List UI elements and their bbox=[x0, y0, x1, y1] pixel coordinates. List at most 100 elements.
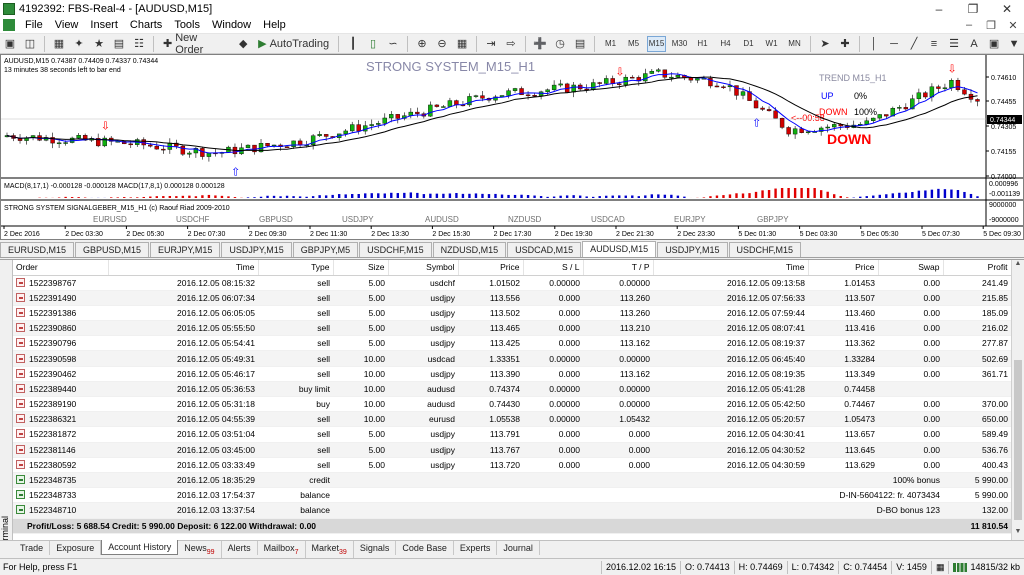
column-header[interactable]: Symbol bbox=[388, 260, 459, 276]
price-chart[interactable]: AUDUSD,M15 0.74387 0.74409 0.74337 0.743… bbox=[1, 55, 1023, 239]
periods-icon[interactable]: ◷ bbox=[552, 36, 568, 52]
channel-icon[interactable]: ≡ bbox=[926, 36, 942, 52]
fibonacci-icon[interactable]: ☰ bbox=[946, 36, 962, 52]
connection-status[interactable]: 14815/32 kb bbox=[948, 560, 1024, 574]
table-row[interactable]: 1522386321 2016.12.05 04:55:39 sell 10.00 eu… bbox=[13, 411, 1011, 428]
menu-help[interactable]: Help bbox=[257, 19, 292, 31]
bar-chart-icon[interactable]: ┃ bbox=[345, 36, 361, 52]
table-row[interactable]: 1522398767 2016.12.05 08:15:32 sell 5.00 usd… bbox=[13, 275, 1011, 291]
tile-windows-icon[interactable]: ▦ bbox=[454, 36, 470, 52]
terminal-tab-account-history[interactable]: Account History bbox=[101, 540, 179, 555]
zoom-out-icon[interactable]: ⊖ bbox=[434, 36, 450, 52]
timeframe-m5[interactable]: M5 bbox=[624, 36, 643, 52]
chart-window[interactable]: AUDUSD,M15 0.74387 0.74409 0.74337 0.743… bbox=[0, 54, 1024, 240]
table-row[interactable]: 1522348735 2016.12.05 18:35:29 credit 100% … bbox=[13, 472, 1011, 489]
horizontal-line-icon[interactable]: ─ bbox=[886, 36, 902, 52]
column-header[interactable]: Price bbox=[808, 260, 879, 276]
chart-tab[interactable]: AUDUSD,M15 bbox=[582, 241, 657, 257]
chart-tab[interactable]: USDCHF,M15 bbox=[728, 242, 802, 257]
candlestick-icon[interactable]: ▯ bbox=[365, 36, 381, 52]
timeframe-h1[interactable]: H1 bbox=[693, 36, 712, 52]
terminal-tab-market[interactable]: Market39 bbox=[306, 541, 354, 558]
terminal-tab-news[interactable]: News99 bbox=[178, 541, 222, 558]
chart-tab[interactable]: USDCHF,M15 bbox=[359, 242, 432, 257]
terminal-tab-alerts[interactable]: Alerts bbox=[222, 541, 258, 555]
column-header[interactable]: Swap bbox=[878, 260, 944, 276]
restore-icon[interactable]: ❐ bbox=[956, 2, 990, 16]
minimize-icon[interactable]: – bbox=[922, 2, 956, 16]
vertical-scrollbar[interactable]: ▲ ▼ bbox=[1011, 260, 1024, 541]
navigator-icon[interactable]: ✦ bbox=[71, 36, 87, 52]
crosshair-icon[interactable]: ✚ bbox=[837, 36, 853, 52]
tester-icon[interactable]: ☷ bbox=[131, 36, 147, 52]
table-row[interactable]: 1522390462 2016.12.05 05:46:17 sell 10.00 us… bbox=[13, 366, 1011, 382]
terminal-tab-mailbox[interactable]: Mailbox7 bbox=[258, 541, 306, 558]
column-header[interactable]: Price bbox=[458, 260, 524, 276]
timeframe-h4[interactable]: H4 bbox=[716, 36, 735, 52]
status-profile-icon[interactable]: ▦ bbox=[930, 560, 949, 574]
timeframe-m1[interactable]: M1 bbox=[601, 36, 620, 52]
menu-window[interactable]: Window bbox=[206, 19, 257, 31]
favorites-icon[interactable]: ★ bbox=[91, 36, 107, 52]
column-header[interactable]: Time bbox=[108, 260, 259, 276]
chart-tab[interactable]: EURUSD,M15 bbox=[0, 242, 75, 257]
mdi-icon[interactable] bbox=[3, 19, 15, 31]
terminal-tab-exposure[interactable]: Exposure bbox=[50, 541, 102, 555]
table-row[interactable]: 1522390598 2016.12.05 05:49:31 sell 10.00 us… bbox=[13, 350, 1011, 367]
column-header[interactable]: S / L bbox=[523, 260, 584, 276]
terminal-tab-code-base[interactable]: Code Base bbox=[396, 541, 454, 555]
column-header[interactable]: Type bbox=[258, 260, 334, 276]
column-header[interactable]: Profit bbox=[943, 260, 1011, 276]
templates-icon[interactable]: ▤ bbox=[572, 36, 588, 52]
menu-charts[interactable]: Charts bbox=[124, 19, 168, 31]
column-header[interactable]: Time bbox=[653, 260, 809, 276]
menu-insert[interactable]: Insert bbox=[84, 19, 124, 31]
child-restore-icon[interactable]: ❐ bbox=[980, 19, 1002, 32]
arrows-tool-icon[interactable]: ▼ bbox=[1006, 36, 1022, 52]
autoscroll-icon[interactable]: ⇨ bbox=[503, 36, 519, 52]
table-row[interactable]: 1522381872 2016.12.05 03:51:04 sell 5.00 usd… bbox=[13, 426, 1011, 443]
table-row[interactable]: 1522390796 2016.12.05 05:54:41 sell 5.00 usd… bbox=[13, 335, 1011, 352]
cursor-icon[interactable]: ➤ bbox=[817, 36, 833, 52]
label-tool-icon[interactable]: ▣ bbox=[986, 36, 1002, 52]
scroll-up-icon[interactable]: ▲ bbox=[1012, 260, 1024, 273]
metaeditor-icon[interactable]: ◆ bbox=[235, 36, 251, 52]
autotrading-button[interactable]: ▶ AutoTrading bbox=[255, 36, 332, 52]
new-order-button[interactable]: ✚ New Order bbox=[160, 32, 231, 56]
chart-tab[interactable]: USDCAD,M15 bbox=[507, 242, 582, 257]
new-chart-icon[interactable]: ▣ bbox=[2, 36, 18, 52]
table-row[interactable]: 1522348733 2016.12.03 17:54:37 balance D-IN… bbox=[13, 487, 1011, 504]
line-chart-icon[interactable]: ∽ bbox=[385, 36, 401, 52]
column-header[interactable]: T / P bbox=[583, 260, 654, 276]
timeframe-w1[interactable]: W1 bbox=[762, 36, 781, 52]
chart-tab[interactable]: NZDUSD,M15 bbox=[432, 242, 507, 257]
table-row[interactable]: 1522391386 2016.12.05 06:05:05 sell 5.00 usd… bbox=[13, 305, 1011, 322]
market-watch-icon[interactable]: ▦ bbox=[51, 36, 67, 52]
text-tool-icon[interactable]: A bbox=[966, 36, 982, 52]
table-row[interactable]: 1522390860 2016.12.05 05:55:50 sell 5.00 usd… bbox=[13, 320, 1011, 337]
column-header[interactable]: Order bbox=[13, 260, 109, 276]
menu-tools[interactable]: Tools bbox=[168, 19, 206, 31]
profiles-icon[interactable]: ◫ bbox=[22, 36, 38, 52]
terminal-tab-trade[interactable]: Trade bbox=[14, 541, 51, 555]
chart-tab[interactable]: USDJPY,M15 bbox=[657, 242, 728, 257]
chart-tab[interactable]: EURJPY,M15 bbox=[150, 242, 221, 257]
close-icon[interactable]: ✕ bbox=[990, 2, 1024, 16]
table-row[interactable]: 1522389190 2016.12.05 05:31:18 buy 10.00 aud… bbox=[13, 396, 1011, 413]
terminal-tab-signals[interactable]: Signals bbox=[354, 541, 397, 555]
table-row[interactable]: 1522381146 2016.12.05 03:45:00 sell 5.00 usd… bbox=[13, 442, 1011, 458]
table-row[interactable]: 1522389440 2016.12.05 05:36:53 buy limit 10… bbox=[13, 381, 1011, 398]
chart-tab[interactable]: GBPUSD,M15 bbox=[75, 242, 150, 257]
terminal-icon[interactable]: ▤ bbox=[111, 36, 127, 52]
chart-tab[interactable]: GBPJPY,M5 bbox=[292, 242, 359, 257]
timeframe-d1[interactable]: D1 bbox=[739, 36, 758, 52]
menu-file[interactable]: File bbox=[19, 19, 49, 31]
indicators-icon[interactable]: ➕ bbox=[532, 36, 548, 52]
table-row[interactable]: 1522348710 2016.12.03 13:37:54 balance D-BO… bbox=[13, 502, 1011, 519]
terminal-tab-experts[interactable]: Experts bbox=[454, 541, 498, 555]
menu-view[interactable]: View bbox=[49, 19, 85, 31]
chart-tab[interactable]: USDJPY,M15 bbox=[221, 242, 292, 257]
child-minimize-icon[interactable]: – bbox=[958, 19, 980, 32]
table-row[interactable]: 1522380592 2016.12.05 03:33:49 sell 5.00 usd… bbox=[13, 457, 1011, 473]
timeframe-m15[interactable]: M15 bbox=[647, 35, 667, 52]
